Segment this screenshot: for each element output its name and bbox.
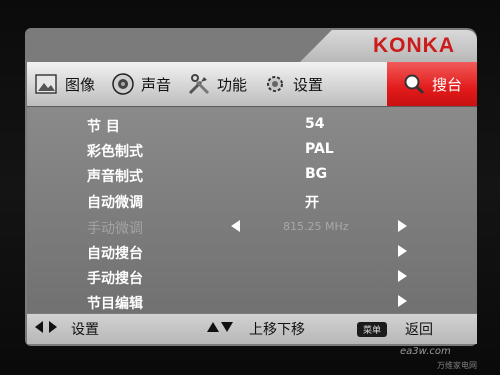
menu-item-label: 自动微调 <box>87 195 143 211</box>
left-arrow-icon <box>231 220 240 232</box>
magnifier-icon <box>402 72 426 96</box>
menu-item-value: PAL <box>305 141 334 157</box>
tab-label: 图像 <box>65 75 96 94</box>
menu-item-program[interactable]: 节 目 54 <box>27 113 477 137</box>
menu-item-program-edit[interactable]: 节目编辑 <box>27 290 477 314</box>
menu-item-manual-search[interactable]: 手动搜台 <box>27 265 477 289</box>
menu-item-label: 手动搜台 <box>87 271 143 287</box>
right-arrow-icon <box>398 245 407 257</box>
right-arrow-icon <box>398 295 407 307</box>
hint-left-right: 设置 <box>35 319 99 339</box>
menu-item-auto-fine-tune[interactable]: 自动微调 开 <box>27 189 477 213</box>
menu-item-value: 54 <box>305 116 325 132</box>
right-arrow-icon <box>398 220 407 232</box>
picture-icon <box>35 72 59 96</box>
menu-item-label: 声音制式 <box>87 169 143 185</box>
watermark-sub: 万维家电网 <box>437 361 477 370</box>
hint-back: 菜单 返回 <box>357 319 433 339</box>
hint-label: 上移下移 <box>249 322 305 338</box>
left-right-arrows-icon <box>35 321 57 337</box>
menu-item-label: 节 目 <box>87 119 120 135</box>
tab-label: 设置 <box>293 75 324 94</box>
right-arrow-icon <box>398 270 407 282</box>
hint-up-down: 上移下移 <box>207 319 305 339</box>
menu-item-value: 815.25 MHz <box>283 220 349 233</box>
menu-item-value: 开 <box>305 195 319 211</box>
menu-item-label: 手动微调 <box>87 221 143 237</box>
tab-label: 搜台 <box>431 75 462 94</box>
tab-bar: 图像 声音 功能 设置 搜台 <box>27 62 477 107</box>
tab-function[interactable]: 功能 <box>179 62 255 106</box>
up-down-arrows-icon <box>207 321 233 337</box>
tab-picture[interactable]: 图像 <box>27 62 103 106</box>
brand-logo: KONKA <box>373 34 455 57</box>
footer-hints: 设置 上移下移 菜单 返回 <box>27 314 477 344</box>
tab-sound[interactable]: 声音 <box>103 62 179 106</box>
tab-search[interactable]: 搜台 <box>387 62 477 106</box>
tab-label: 功能 <box>217 75 248 94</box>
speaker-icon <box>111 72 135 96</box>
tab-settings[interactable]: 设置 <box>255 62 331 106</box>
menu-item-label: 彩色制式 <box>87 144 143 160</box>
menu-item-color-system[interactable]: 彩色制式 PAL <box>27 138 477 162</box>
tab-label: 声音 <box>141 75 172 94</box>
menu-item-sound-system[interactable]: 声音制式 BG <box>27 163 477 187</box>
search-menu: 节 目 54 彩色制式 PAL 声音制式 BG 自动微调 开 手动微调 815.… <box>27 107 477 313</box>
menu-item-value: BG <box>305 166 328 182</box>
hint-label: 设置 <box>71 322 99 338</box>
hint-label: 返回 <box>405 322 434 338</box>
menu-key-icon: 菜单 <box>357 321 388 337</box>
menu-item-label: 节目编辑 <box>87 296 143 312</box>
menu-item-auto-search[interactable]: 自动搜台 <box>27 240 477 264</box>
watermark: ea3w.com <box>400 346 451 357</box>
menu-item-manual-fine-tune: 手动微调 815.25 MHz <box>27 215 477 239</box>
gear-icon <box>263 72 287 96</box>
menu-item-label: 自动搜台 <box>87 246 143 262</box>
tools-icon <box>187 72 211 96</box>
